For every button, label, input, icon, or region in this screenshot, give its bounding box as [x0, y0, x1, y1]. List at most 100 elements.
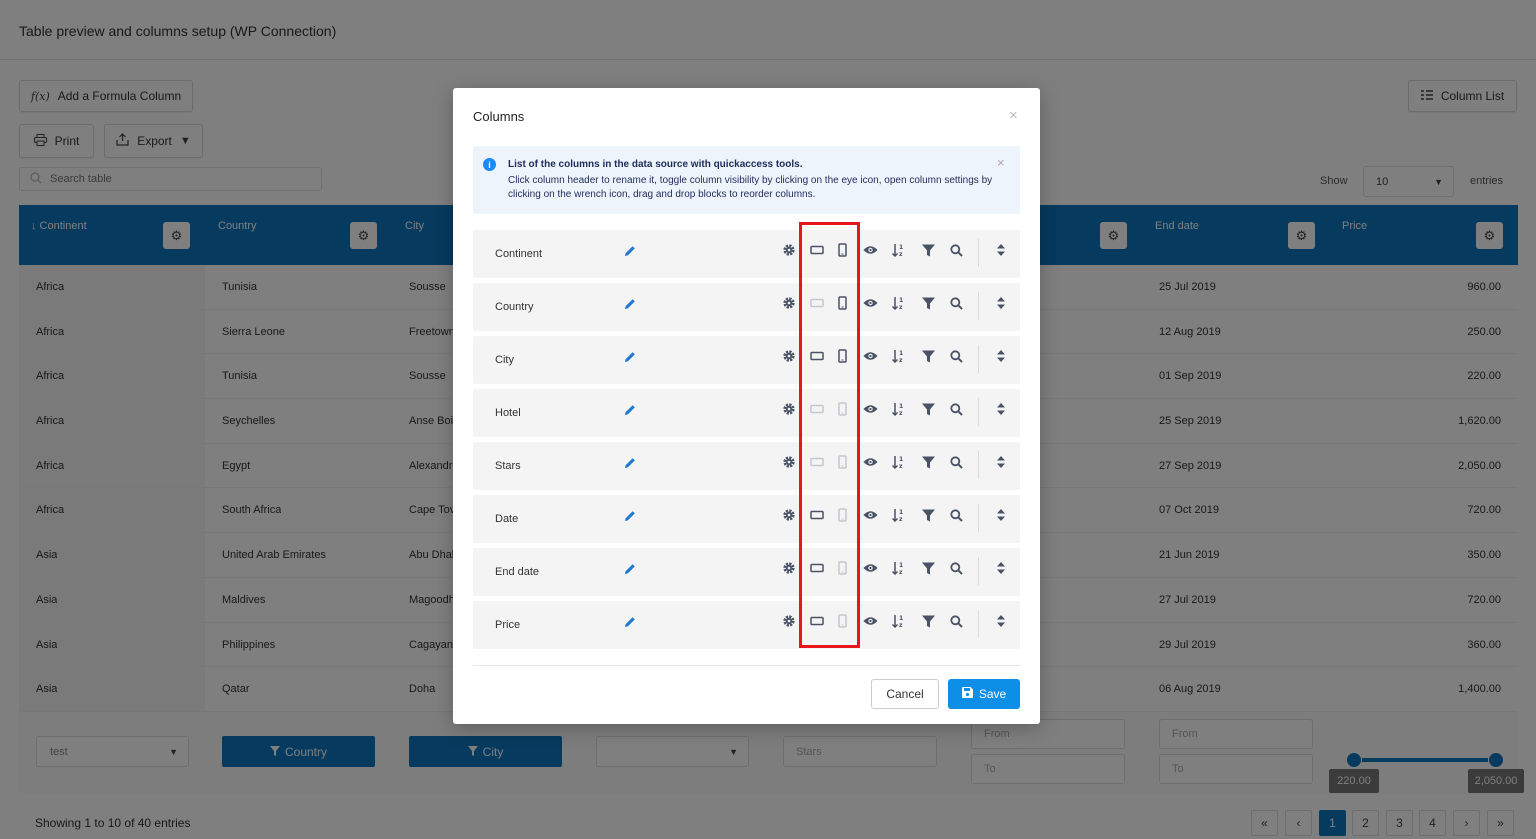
search-icon[interactable]	[948, 560, 964, 576]
sort-icon[interactable]: 1z	[891, 348, 907, 364]
pencil-icon[interactable]	[624, 403, 638, 419]
gear-icon[interactable]	[781, 348, 797, 364]
column-block[interactable]: Continent 1 z	[473, 230, 1020, 278]
sort-icon[interactable]: 1z	[891, 507, 907, 523]
separator	[978, 451, 979, 479]
svg-text:z: z	[899, 569, 903, 575]
notice-title: List of the columns in the data source w…	[508, 159, 803, 170]
column-name[interactable]: Stars	[495, 460, 521, 472]
pencil-icon[interactable]	[624, 350, 638, 366]
gear-icon[interactable]	[781, 507, 797, 523]
column-name[interactable]: Continent	[495, 248, 542, 260]
gear-icon[interactable]	[781, 295, 797, 311]
sort-icon[interactable]: 1z	[891, 401, 907, 417]
eye-icon[interactable]	[862, 348, 878, 364]
svg-text:1: 1	[899, 244, 903, 251]
gear-icon[interactable]	[781, 242, 797, 258]
info-icon: i	[483, 158, 496, 171]
svg-text:z: z	[899, 251, 903, 257]
column-block[interactable]: Hotel 1 z	[473, 389, 1020, 437]
close-icon[interactable]: ×	[1009, 107, 1018, 124]
eye-icon[interactable]	[862, 613, 878, 629]
filter-icon[interactable]	[920, 507, 936, 523]
search-icon[interactable]	[948, 613, 964, 629]
gear-icon[interactable]	[781, 401, 797, 417]
eye-icon[interactable]	[862, 507, 878, 523]
separator	[978, 345, 979, 373]
filter-icon[interactable]	[920, 560, 936, 576]
column-name[interactable]: Hotel	[495, 407, 521, 419]
pencil-icon[interactable]	[624, 456, 638, 472]
filter-icon[interactable]	[920, 242, 936, 258]
separator	[978, 557, 979, 585]
sort-icon[interactable]: 1z	[891, 454, 907, 470]
save-button[interactable]: Save	[948, 679, 1020, 709]
svg-text:1: 1	[899, 509, 903, 516]
drag-handle-icon[interactable]	[993, 454, 1009, 470]
svg-text:z: z	[899, 357, 903, 363]
search-icon[interactable]	[948, 242, 964, 258]
notice-text: Click column header to rename it, toggle…	[508, 175, 993, 200]
drag-handle-icon[interactable]	[993, 348, 1009, 364]
info-notice: i List of the columns in the data source…	[473, 146, 1020, 214]
gear-icon[interactable]	[781, 454, 797, 470]
drag-handle-icon[interactable]	[993, 507, 1009, 523]
separator	[978, 292, 979, 320]
search-icon[interactable]	[948, 401, 964, 417]
svg-text:z: z	[899, 622, 903, 628]
columns-modal: Columns × i List of the columns in the d…	[453, 88, 1040, 724]
column-name[interactable]: Price	[495, 619, 520, 631]
drag-handle-icon[interactable]	[993, 295, 1009, 311]
search-icon[interactable]	[948, 507, 964, 523]
drag-handle-icon[interactable]	[993, 242, 1009, 258]
column-name[interactable]: End date	[495, 566, 539, 578]
cancel-button[interactable]: Cancel	[871, 679, 939, 709]
pencil-icon[interactable]	[624, 562, 638, 578]
gear-icon[interactable]	[781, 613, 797, 629]
drag-handle-icon[interactable]	[993, 401, 1009, 417]
search-icon[interactable]	[948, 454, 964, 470]
svg-text:z: z	[899, 463, 903, 469]
svg-text:1: 1	[899, 350, 903, 357]
responsive-toggles-highlight	[799, 222, 860, 648]
column-block[interactable]: Price 1 z	[473, 601, 1020, 649]
pencil-icon[interactable]	[624, 509, 638, 525]
drag-handle-icon[interactable]	[993, 560, 1009, 576]
sort-icon[interactable]: 1z	[891, 242, 907, 258]
gear-icon[interactable]	[781, 560, 797, 576]
sort-icon[interactable]: 1z	[891, 560, 907, 576]
eye-icon[interactable]	[862, 560, 878, 576]
separator	[978, 398, 979, 426]
drag-handle-icon[interactable]	[993, 613, 1009, 629]
filter-icon[interactable]	[920, 401, 936, 417]
svg-text:1: 1	[899, 615, 903, 622]
filter-icon[interactable]	[920, 348, 936, 364]
eye-icon[interactable]	[862, 401, 878, 417]
column-name[interactable]: Country	[495, 301, 534, 313]
search-icon[interactable]	[948, 295, 964, 311]
sort-icon[interactable]: 1z	[891, 295, 907, 311]
column-block[interactable]: End date 1 z	[473, 548, 1020, 596]
column-name[interactable]: City	[495, 354, 514, 366]
pencil-icon[interactable]	[624, 297, 638, 313]
svg-text:z: z	[899, 304, 903, 310]
sort-icon[interactable]: 1z	[891, 613, 907, 629]
column-name[interactable]: Date	[495, 513, 518, 525]
close-icon[interactable]: ×	[997, 155, 1005, 170]
column-block[interactable]: Date 1 z	[473, 495, 1020, 543]
svg-text:1: 1	[899, 403, 903, 410]
column-block[interactable]: Stars 1 z	[473, 442, 1020, 490]
search-icon[interactable]	[948, 348, 964, 364]
column-block[interactable]: Country 1 z	[473, 283, 1020, 331]
filter-icon[interactable]	[920, 295, 936, 311]
pencil-icon[interactable]	[624, 615, 638, 631]
eye-icon[interactable]	[862, 295, 878, 311]
column-block[interactable]: City 1 z	[473, 336, 1020, 384]
eye-icon[interactable]	[862, 454, 878, 470]
filter-icon[interactable]	[920, 454, 936, 470]
separator	[978, 239, 979, 267]
filter-icon[interactable]	[920, 613, 936, 629]
eye-icon[interactable]	[862, 242, 878, 258]
svg-text:1: 1	[899, 562, 903, 569]
pencil-icon[interactable]	[624, 244, 638, 260]
